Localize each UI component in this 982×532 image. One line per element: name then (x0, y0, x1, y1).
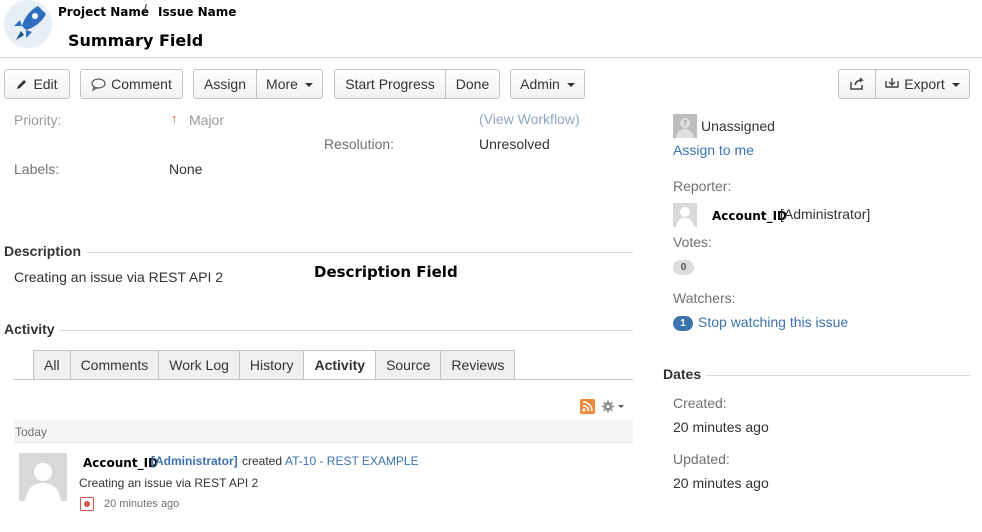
resolution-value: Unresolved (479, 136, 550, 152)
activity-divider (60, 330, 633, 331)
created-value: 20 minutes ago (673, 419, 769, 435)
description-divider (86, 252, 633, 253)
admin-dropdown[interactable]: Admin (510, 69, 585, 99)
votes-label: Votes: (673, 234, 712, 250)
activity-action: created (242, 454, 283, 468)
resolution-label: Resolution: (324, 136, 395, 152)
rss-feed-icon[interactable] (580, 399, 595, 414)
activity-heading[interactable]: Activity (4, 321, 55, 337)
watchers-label: Watchers: (673, 290, 736, 306)
issue-type-icon (80, 497, 94, 511)
priority-major-icon: ↑ (171, 111, 178, 126)
labels-label: Labels: (14, 161, 60, 177)
pencil-icon (17, 80, 27, 89)
updated-value: 20 minutes ago (673, 475, 769, 491)
chevron-down-icon (304, 83, 313, 87)
tab-activity[interactable]: Activity (304, 350, 377, 380)
reporter-role: [Administrator] (780, 206, 871, 222)
breadcrumb-project[interactable]: Project Name (58, 5, 149, 19)
start-progress-button[interactable]: Start Progress (334, 69, 446, 99)
share-button[interactable] (838, 69, 876, 99)
created-label: Created: (673, 395, 727, 411)
unassigned-avatar: ? (673, 114, 697, 138)
activity-body: Creating an issue via REST API 2 (79, 476, 259, 490)
speech-bubble-icon (91, 77, 106, 91)
activity-user[interactable]: Account_ID (83, 456, 158, 470)
assign-to-me-link[interactable]: Assign to me (673, 142, 754, 158)
watchers-badge[interactable]: 1 (673, 316, 693, 331)
day-label: Today (15, 425, 48, 439)
comment-button[interactable]: Comment (80, 69, 183, 99)
tab-comments[interactable]: Comments (70, 350, 160, 380)
activity-issue-link[interactable]: AT-10 - REST EXAMPLE (285, 454, 419, 468)
priority-value: Major (189, 112, 225, 128)
tab-reviews[interactable]: Reviews (441, 350, 516, 380)
reporter-label: Reporter: (673, 178, 732, 194)
gear-icon[interactable] (601, 399, 625, 414)
reporter-avatar (673, 203, 697, 227)
export-dropdown[interactable]: Export (876, 69, 970, 99)
chevron-down-icon (951, 83, 960, 87)
dates-heading[interactable]: Dates (663, 366, 701, 382)
labels-value[interactable]: None (169, 161, 202, 177)
breadcrumb-issue[interactable]: Issue Name (158, 5, 236, 19)
tab-all[interactable]: All (33, 350, 71, 380)
stop-watching-link[interactable]: Stop watching this issue (698, 314, 848, 330)
description-text: Creating an issue via REST API 2 (14, 269, 224, 285)
tab-source[interactable]: Source (376, 350, 442, 380)
view-workflow-link[interactable]: (View Workflow) (479, 111, 580, 127)
assign-button[interactable]: Assign (193, 69, 257, 99)
description-field-annotation: Description Field (314, 263, 458, 281)
share-icon (850, 77, 864, 90)
export-icon (885, 78, 899, 88)
reporter-user[interactable]: Account_ID (712, 209, 787, 223)
avatar[interactable] (19, 453, 67, 501)
svg-text:?: ? (683, 119, 687, 128)
breadcrumb-separator: / (143, 1, 147, 17)
done-button[interactable]: Done (446, 69, 500, 99)
activity-tabs: All Comments Work Log History Activity S… (33, 350, 516, 380)
description-heading[interactable]: Description (4, 243, 81, 259)
chevron-down-icon (566, 83, 575, 87)
activity-user-role[interactable]: [Administrator] (151, 454, 238, 468)
issue-header: Project Name / Issue Name Summary Field (0, 0, 982, 58)
edit-button[interactable]: Edit (4, 69, 70, 99)
tabs-baseline (14, 379, 633, 380)
assignee-value: Unassigned (701, 118, 775, 134)
tab-work-log[interactable]: Work Log (159, 350, 240, 380)
project-avatar-rocket-icon[interactable] (4, 0, 52, 48)
updated-label: Updated: (673, 451, 730, 467)
tab-history[interactable]: History (239, 350, 305, 380)
more-dropdown[interactable]: More (257, 69, 323, 99)
issue-summary-title: Summary Field (68, 31, 204, 50)
activity-time: 20 minutes ago (104, 498, 180, 510)
day-group-header (14, 420, 633, 442)
votes-badge[interactable]: 0 (673, 260, 694, 275)
priority-label: Priority: (14, 112, 62, 128)
dates-divider (706, 375, 971, 376)
